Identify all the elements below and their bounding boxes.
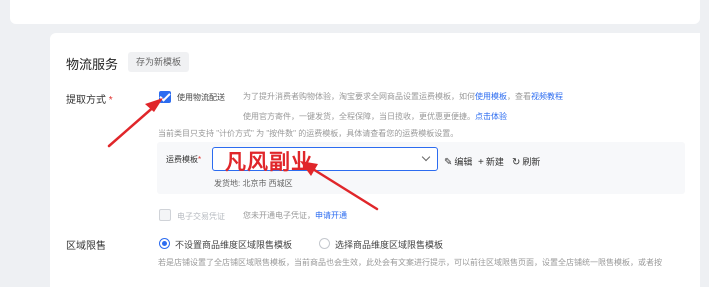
annotation-arrows bbox=[107, 98, 379, 211]
arrow-to-checkbox bbox=[107, 98, 163, 148]
arrow-to-select bbox=[300, 161, 379, 211]
